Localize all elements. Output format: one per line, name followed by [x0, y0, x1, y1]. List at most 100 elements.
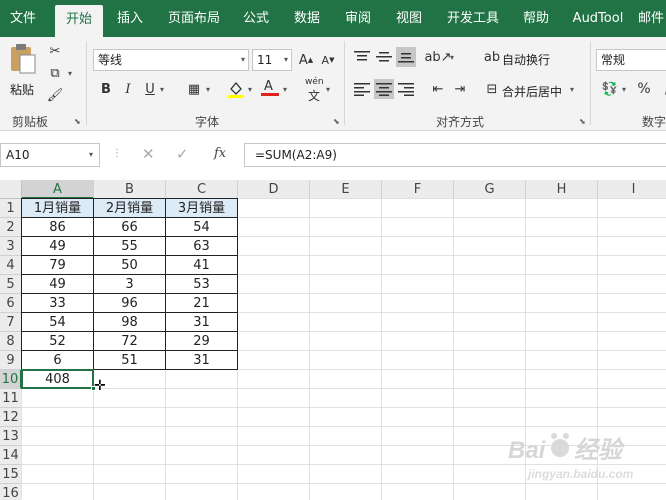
- data-cell[interactable]: 66: [94, 218, 165, 237]
- column-header-g[interactable]: G: [454, 180, 526, 199]
- alignment-launcher-icon[interactable]: ⬊: [579, 117, 586, 126]
- fill-color-icon[interactable]: [226, 79, 246, 99]
- underline-dropdown-icon[interactable]: ▾: [160, 85, 164, 94]
- header-cell[interactable]: 1月销量: [22, 199, 93, 218]
- data-cell[interactable]: 50: [94, 256, 165, 275]
- align-bottom-icon[interactable]: [396, 47, 416, 67]
- phonetic-button[interactable]: wén 文: [304, 77, 326, 103]
- wrap-text-icon[interactable]: ab: [482, 47, 502, 67]
- increase-font-icon[interactable]: A ▲: [296, 50, 316, 70]
- align-top-icon[interactable]: [352, 47, 372, 67]
- borders-icon[interactable]: ▦: [184, 79, 204, 99]
- underline-icon[interactable]: U: [140, 79, 160, 99]
- data-cell[interactable]: 54: [166, 218, 237, 237]
- paste-button[interactable]: 粘贴: [6, 43, 40, 97]
- borders-dropdown-icon[interactable]: ▾: [206, 85, 210, 94]
- percent-icon[interactable]: %: [634, 79, 654, 99]
- data-cell[interactable]: 53: [166, 275, 237, 294]
- row-header-1[interactable]: 1: [0, 199, 22, 218]
- number-format-select[interactable]: 常规: [596, 49, 666, 71]
- row-header-11[interactable]: 11: [0, 389, 22, 408]
- accounting-dropdown-icon[interactable]: ▾: [622, 85, 626, 94]
- font-size-select[interactable]: 11 ▾: [252, 49, 292, 71]
- row-header-9[interactable]: 9: [0, 351, 22, 370]
- cut-icon[interactable]: ✂: [45, 41, 65, 61]
- copy-dropdown-icon[interactable]: ▾: [68, 69, 72, 78]
- column-header-a[interactable]: A: [22, 180, 94, 199]
- cancel-icon[interactable]: ✕: [142, 145, 155, 163]
- data-cell[interactable]: 41: [166, 256, 237, 275]
- format-painter-icon[interactable]: 🖌: [45, 85, 65, 105]
- row-header-14[interactable]: 14: [0, 446, 22, 465]
- tab-page-layout[interactable]: 页面布局: [160, 0, 228, 37]
- decrease-font-icon[interactable]: A ▼: [318, 50, 338, 70]
- data-cell[interactable]: 86: [22, 218, 93, 237]
- align-center-icon[interactable]: [374, 79, 394, 99]
- data-cell[interactable]: 51: [94, 351, 165, 370]
- font-color-dropdown-icon[interactable]: ▾: [283, 85, 287, 94]
- data-cell[interactable]: 63: [166, 237, 237, 256]
- clipboard-launcher-icon[interactable]: ⬊: [74, 117, 81, 126]
- column-header-h[interactable]: H: [526, 180, 598, 199]
- font-family-select[interactable]: 等线 ▾: [93, 49, 249, 71]
- row-header-8[interactable]: 8: [0, 332, 22, 351]
- merge-center-label[interactable]: 合并后居中: [502, 83, 562, 100]
- tab-formulas[interactable]: 公式: [236, 0, 276, 37]
- data-cell[interactable]: 6: [22, 351, 93, 370]
- tab-review[interactable]: 审阅: [338, 0, 378, 37]
- font-color-icon[interactable]: A: [260, 77, 280, 97]
- column-header-b[interactable]: B: [94, 180, 166, 199]
- data-cell[interactable]: 29: [166, 332, 237, 351]
- tab-home[interactable]: 开始: [55, 5, 103, 37]
- row-header-4[interactable]: 4: [0, 256, 22, 275]
- orientation-icon[interactable]: ab↗: [424, 47, 451, 67]
- copy-icon[interactable]: ⧉: [45, 63, 65, 83]
- tab-mail[interactable]: 邮件: [638, 0, 666, 37]
- row-header-6[interactable]: 6: [0, 294, 22, 313]
- row-header-12[interactable]: 12: [0, 408, 22, 427]
- header-cell[interactable]: 2月销量: [94, 199, 165, 218]
- tab-file[interactable]: 文件: [0, 0, 46, 37]
- row-header-13[interactable]: 13: [0, 427, 22, 446]
- formula-input[interactable]: =SUM(A2:A9): [244, 143, 666, 167]
- data-cell[interactable]: 72: [94, 332, 165, 351]
- data-cell[interactable]: 54: [22, 313, 93, 332]
- data-cell[interactable]: 96: [94, 294, 165, 313]
- header-cell[interactable]: 3月销量: [166, 199, 237, 218]
- data-cell[interactable]: 33: [22, 294, 93, 313]
- tab-help[interactable]: 帮助: [514, 0, 558, 37]
- accounting-format-icon[interactable]: 💱: [600, 79, 620, 99]
- data-cell[interactable]: 31: [166, 351, 237, 370]
- row-header-15[interactable]: 15: [0, 465, 22, 484]
- align-right-icon[interactable]: [396, 79, 416, 99]
- sum-cell[interactable]: 408: [22, 370, 93, 389]
- data-cell[interactable]: 21: [166, 294, 237, 313]
- fill-dropdown-icon[interactable]: ▾: [248, 85, 252, 94]
- data-cell[interactable]: 55: [94, 237, 165, 256]
- data-cell[interactable]: 49: [22, 275, 93, 294]
- italic-icon[interactable]: I: [118, 79, 138, 99]
- orientation-dropdown-icon[interactable]: ▾: [450, 53, 454, 62]
- row-header-7[interactable]: 7: [0, 313, 22, 332]
- data-cell[interactable]: 49: [22, 237, 93, 256]
- phonetic-dropdown-icon[interactable]: ▾: [326, 85, 330, 94]
- insert-function-icon[interactable]: fx: [214, 146, 226, 161]
- decrease-indent-icon[interactable]: ⇤: [428, 79, 448, 99]
- column-header-i[interactable]: I: [598, 180, 666, 199]
- increase-indent-icon[interactable]: ⇥: [450, 79, 470, 99]
- column-header-c[interactable]: C: [166, 180, 238, 199]
- data-cell[interactable]: 31: [166, 313, 237, 332]
- data-cell[interactable]: 52: [22, 332, 93, 351]
- column-header-d[interactable]: D: [238, 180, 310, 199]
- row-header-3[interactable]: 3: [0, 237, 22, 256]
- row-header-5[interactable]: 5: [0, 275, 22, 294]
- name-box[interactable]: A10 ▾: [0, 143, 100, 167]
- bold-icon[interactable]: B: [96, 79, 116, 99]
- row-header-16[interactable]: 16: [0, 484, 22, 500]
- tab-insert[interactable]: 插入: [110, 0, 150, 37]
- select-all-corner[interactable]: [0, 180, 22, 199]
- row-header-10[interactable]: 10: [0, 370, 22, 389]
- column-header-e[interactable]: E: [310, 180, 382, 199]
- comma-style-icon[interactable]: ,: [656, 79, 666, 99]
- row-header-2[interactable]: 2: [0, 218, 22, 237]
